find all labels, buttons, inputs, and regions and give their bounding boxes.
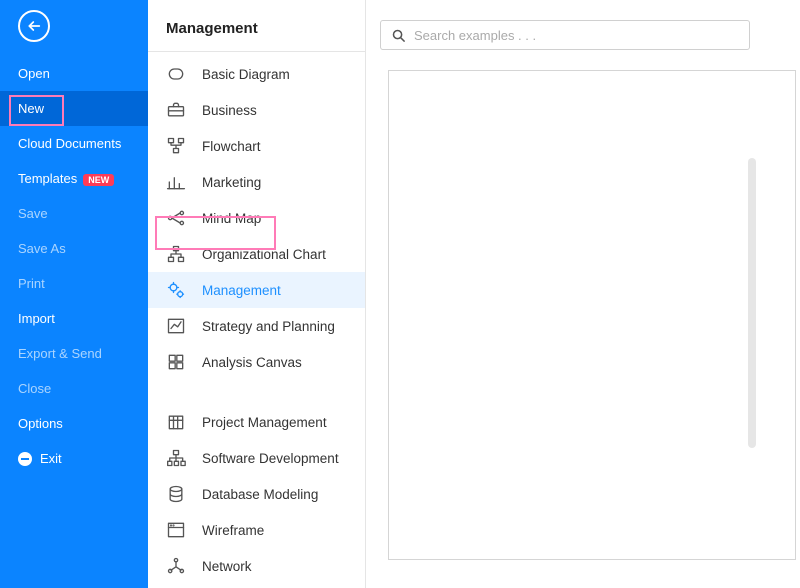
nav-item-save[interactable]: Save bbox=[0, 196, 148, 231]
search-box[interactable] bbox=[380, 20, 750, 50]
category-item-strat[interactable]: Strategy and Planning bbox=[148, 308, 365, 344]
template-preview-card[interactable] bbox=[388, 70, 796, 560]
search-input[interactable] bbox=[414, 28, 739, 43]
nav-item-templates[interactable]: Templates NEW bbox=[0, 161, 148, 196]
category-item-business[interactable]: Business bbox=[148, 92, 365, 128]
nav-item-label: Save bbox=[18, 206, 48, 221]
category-item-flow[interactable]: Flowchart bbox=[148, 128, 365, 164]
nav-item-close[interactable]: Close bbox=[0, 371, 148, 406]
content-pane bbox=[366, 0, 800, 588]
category-item-label: Database Modeling bbox=[202, 487, 318, 502]
arrow-left-icon bbox=[26, 18, 42, 34]
nav-item-saveas[interactable]: Save As bbox=[0, 231, 148, 266]
grid4-icon bbox=[166, 352, 186, 372]
nav-item-cloud[interactable]: Cloud Documents bbox=[0, 126, 148, 161]
category-item-net[interactable]: Network bbox=[148, 548, 365, 584]
new-badge: NEW bbox=[83, 174, 114, 186]
search-icon bbox=[391, 28, 406, 43]
category-item-canvas[interactable]: Analysis Canvas bbox=[148, 344, 365, 380]
category-item-label: Software Development bbox=[202, 451, 339, 466]
nav-item-label: Import bbox=[18, 311, 55, 326]
exit-icon bbox=[18, 452, 32, 466]
page-title: Management bbox=[148, 0, 365, 52]
nav-item-label: Cloud Documents bbox=[18, 136, 121, 151]
nav-item-import[interactable]: Import bbox=[0, 301, 148, 336]
bars-icon bbox=[166, 172, 186, 192]
template-category-panel: Management Basic Diagram Business Flowchar… bbox=[148, 0, 366, 588]
nodes-icon bbox=[166, 208, 186, 228]
nav-item-label: Save As bbox=[18, 241, 66, 256]
line-chart-icon bbox=[166, 316, 186, 336]
category-item-db[interactable]: Database Modeling bbox=[148, 476, 365, 512]
calendar-icon bbox=[166, 412, 186, 432]
db-icon bbox=[166, 484, 186, 504]
tree-icon bbox=[166, 448, 186, 468]
category-item-label: Marketing bbox=[202, 175, 261, 190]
category-item-mgmt[interactable]: Management bbox=[148, 272, 365, 308]
nav-item-export[interactable]: Export & Send bbox=[0, 336, 148, 371]
nav-item-label: Close bbox=[18, 381, 51, 396]
nav-item-label: Options bbox=[18, 416, 63, 431]
nav-item-print[interactable]: Print bbox=[0, 266, 148, 301]
nav-item-open[interactable]: Open bbox=[0, 56, 148, 91]
category-item-label: Organizational Chart bbox=[202, 247, 326, 262]
org-icon bbox=[166, 244, 186, 264]
category-item-label: Business bbox=[202, 103, 257, 118]
category-item-wf[interactable]: Wireframe bbox=[148, 512, 365, 548]
category-item-label: Network bbox=[202, 559, 252, 574]
category-item-sw[interactable]: Software Development bbox=[148, 440, 365, 476]
nav-item-new[interactable]: New bbox=[0, 91, 148, 126]
back-button[interactable] bbox=[18, 10, 50, 42]
category-item-label: Basic Diagram bbox=[202, 67, 290, 82]
gears-icon bbox=[166, 280, 186, 300]
nav-item-exit[interactable]: Exit bbox=[0, 441, 148, 476]
category-item-mkt[interactable]: Marketing bbox=[148, 164, 365, 200]
category-item-label: Mind Map bbox=[202, 211, 261, 226]
flow-icon bbox=[166, 136, 186, 156]
category-item-label: Flowchart bbox=[202, 139, 261, 154]
nav-item-options[interactable]: Options bbox=[0, 406, 148, 441]
nav-item-label: Exit bbox=[40, 451, 62, 466]
category-item-org[interactable]: Organizational Chart bbox=[148, 236, 365, 272]
category-item-label: Analysis Canvas bbox=[202, 355, 302, 370]
file-menu-sidebar: Open New Cloud Documents Templates NEW Save Sa… bbox=[0, 0, 148, 588]
category-item-label: Management bbox=[202, 283, 281, 298]
nav-item-label: New bbox=[18, 101, 44, 116]
category-item-label: Wireframe bbox=[202, 523, 264, 538]
rounded-rect-icon bbox=[166, 64, 186, 84]
category-item-pm[interactable]: Project Management bbox=[148, 404, 365, 440]
browser-icon bbox=[166, 520, 186, 540]
nav-item-label: Print bbox=[18, 276, 45, 291]
category-item-mind[interactable]: Mind Map bbox=[148, 200, 365, 236]
nav-item-label: Open bbox=[18, 66, 50, 81]
category-item-label: Strategy and Planning bbox=[202, 319, 335, 334]
preview-scrollbar[interactable] bbox=[748, 158, 756, 448]
category-item-label: Project Management bbox=[202, 415, 327, 430]
briefcase-icon bbox=[166, 100, 186, 120]
network-icon bbox=[166, 556, 186, 576]
category-item-basic[interactable]: Basic Diagram bbox=[148, 56, 365, 92]
nav-item-label: Export & Send bbox=[18, 346, 102, 361]
nav-item-label: Templates bbox=[18, 171, 77, 186]
